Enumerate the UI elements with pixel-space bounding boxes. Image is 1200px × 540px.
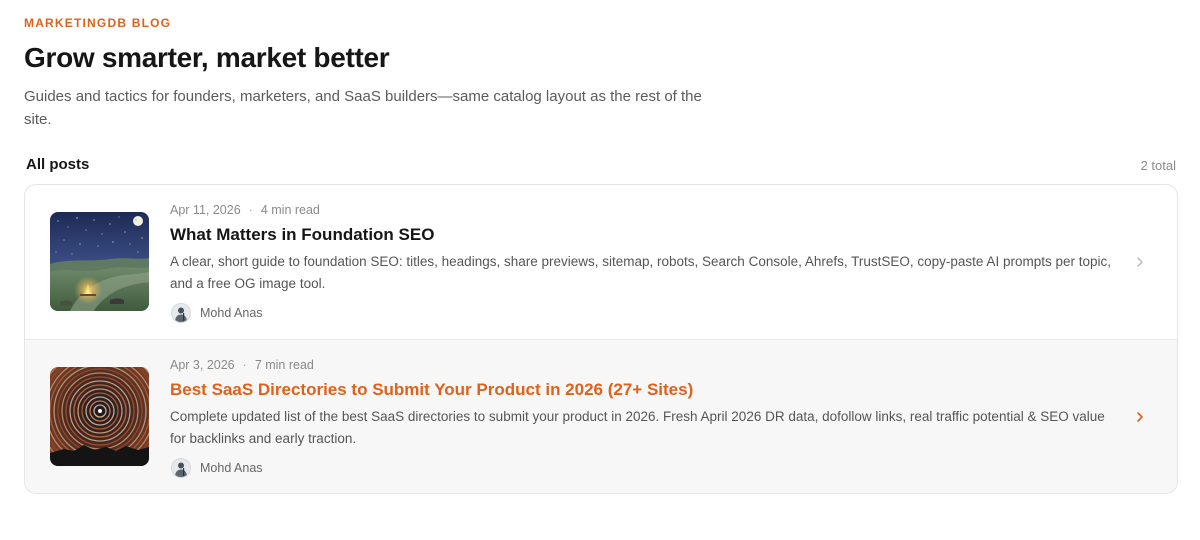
author-name: Mohd Anas — [200, 306, 263, 320]
author-avatar-icon — [172, 304, 190, 322]
post-author: Mohd Anas — [171, 458, 263, 478]
meta-separator: · — [242, 358, 247, 372]
avatar — [171, 303, 191, 323]
author-name: Mohd Anas — [200, 461, 263, 475]
post-thumbnail — [50, 212, 149, 311]
post-thumbnail — [50, 367, 149, 466]
section-title: All posts — [26, 156, 90, 173]
page-subtitle: Guides and tactics for founders, markete… — [24, 88, 702, 128]
post-title[interactable]: What Matters in Foundation SEO — [170, 225, 434, 245]
post-read-time: 7 min read — [254, 358, 314, 372]
night-landscape-campfire-image — [50, 212, 149, 311]
blog-eyebrow: MARKETINGDB BLOG — [24, 16, 172, 30]
post-read-time: 4 min read — [260, 203, 320, 217]
chevron-right-icon[interactable] — [1133, 410, 1147, 424]
meta-separator: · — [248, 203, 253, 217]
post-title[interactable]: Best SaaS Directories to Submit Your Pro… — [170, 380, 693, 400]
post-meta: Apr 3, 2026 · 7 min read — [170, 358, 314, 372]
post-excerpt: Complete updated list of the best SaaS d… — [170, 409, 1105, 446]
star-trails-image — [50, 367, 149, 466]
section-header: All posts 2 total — [26, 155, 1176, 177]
post-count: 2 total — [1140, 158, 1176, 173]
author-avatar-icon — [172, 459, 190, 477]
post-excerpt: A clear, short guide to foundation SEO: … — [170, 254, 1111, 291]
post-author: Mohd Anas — [171, 303, 263, 323]
chevron-right-icon[interactable] — [1133, 255, 1147, 269]
post-card[interactable]: Apr 11, 2026 · 4 min read What Matters in … — [25, 185, 1177, 339]
page-title: Grow smarter, market better — [24, 42, 390, 73]
post-list: Apr 11, 2026 · 4 min read What Matters in … — [24, 184, 1178, 494]
post-date: Apr 11, 2026 — [170, 203, 241, 217]
post-date: Apr 3, 2026 — [170, 358, 235, 372]
post-card[interactable]: Apr 3, 2026 · 7 min read Best SaaS Directo… — [25, 339, 1177, 493]
avatar — [171, 458, 191, 478]
post-meta: Apr 11, 2026 · 4 min read — [170, 203, 320, 217]
